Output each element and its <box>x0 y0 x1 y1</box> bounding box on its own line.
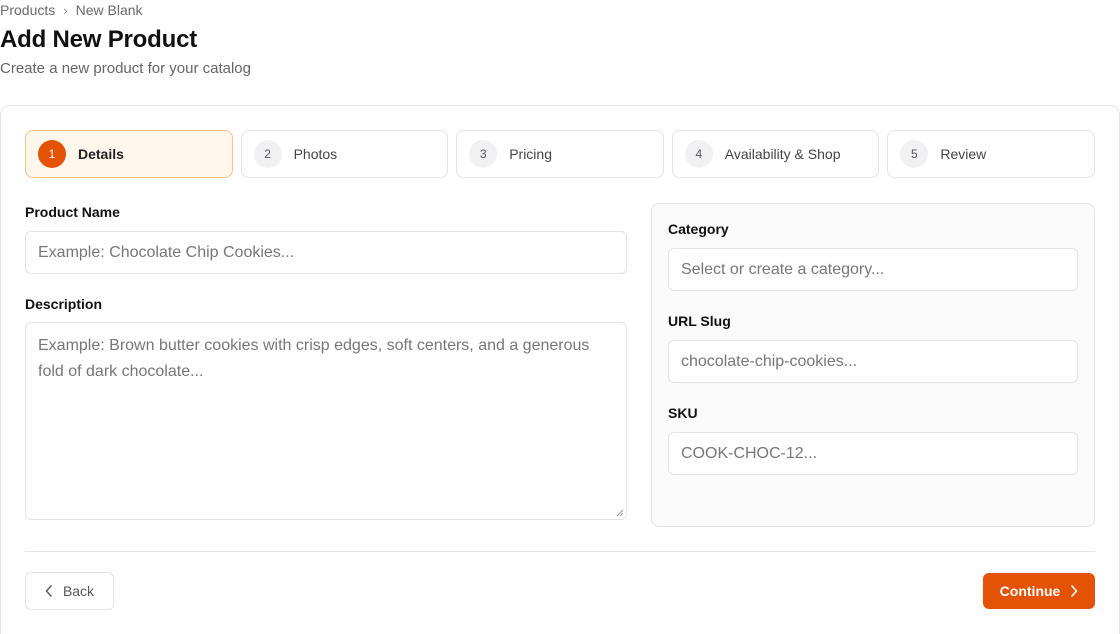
sku-input[interactable]: COOK-CHOC-12... <box>668 432 1078 475</box>
breadcrumb-item-products[interactable]: Products <box>0 2 55 18</box>
product-name-label: Product Name <box>25 204 120 220</box>
url-slug-placeholder: chocolate-chip-cookies... <box>681 352 858 370</box>
chevron-right-icon <box>1070 585 1078 597</box>
step-review[interactable]: 5 Review <box>887 130 1095 178</box>
description-textarea[interactable]: Example: Brown butter cookies with crisp… <box>25 322 627 520</box>
sku-label: SKU <box>668 405 698 421</box>
footer-divider <box>25 551 1095 552</box>
step-details[interactable]: 1 Details <box>25 130 233 178</box>
step-label: Availability & Shop <box>724 146 841 162</box>
back-button[interactable]: Back <box>25 572 114 610</box>
step-number: 2 <box>253 140 282 168</box>
step-pricing[interactable]: 3 Pricing <box>456 130 664 178</box>
step-photos[interactable]: 2 Photos <box>240 130 449 178</box>
page-subtitle: Create a new product for your catalog <box>0 60 251 77</box>
product-name-placeholder: Example: Chocolate Chip Cookies... <box>38 243 295 261</box>
category-label: Category <box>668 221 729 237</box>
step-label: Pricing <box>509 146 552 162</box>
product-name-input[interactable]: Example: Chocolate Chip Cookies... <box>25 231 627 274</box>
breadcrumb-separator: › <box>63 2 68 18</box>
breadcrumb-item-current: New Blank <box>75 2 143 18</box>
description-placeholder: Example: Brown butter cookies with crisp… <box>38 337 590 380</box>
breadcrumb: Products › New Blank <box>0 2 143 18</box>
resize-handle-icon[interactable] <box>614 507 624 517</box>
description-label: Description <box>25 296 103 312</box>
continue-button-label: Continue <box>999 583 1061 599</box>
step-number: 5 <box>900 140 929 168</box>
step-number: 3 <box>469 140 498 168</box>
step-label: Photos <box>293 146 338 162</box>
category-placeholder: Select or create a category... <box>681 260 885 278</box>
url-slug-input[interactable]: chocolate-chip-cookies... <box>668 340 1078 383</box>
step-label: Details <box>78 146 124 162</box>
category-select[interactable]: Select or create a category... <box>668 248 1078 291</box>
url-slug-label: URL Slug <box>668 313 731 329</box>
stepper: 1 Details 2 Photos 3 Pricing 4 Availabil… <box>25 130 1095 178</box>
back-button-label: Back <box>62 583 95 599</box>
step-number: 1 <box>38 140 66 168</box>
step-label: Review <box>940 146 987 162</box>
sku-placeholder: COOK-CHOC-12... <box>681 444 818 462</box>
step-number: 4 <box>684 140 713 168</box>
step-availability-shop[interactable]: 4 Availability & Shop <box>671 130 880 178</box>
continue-button[interactable]: Continue <box>983 573 1095 609</box>
page-title: Add New Product <box>0 26 198 53</box>
chevron-left-icon <box>45 585 53 597</box>
